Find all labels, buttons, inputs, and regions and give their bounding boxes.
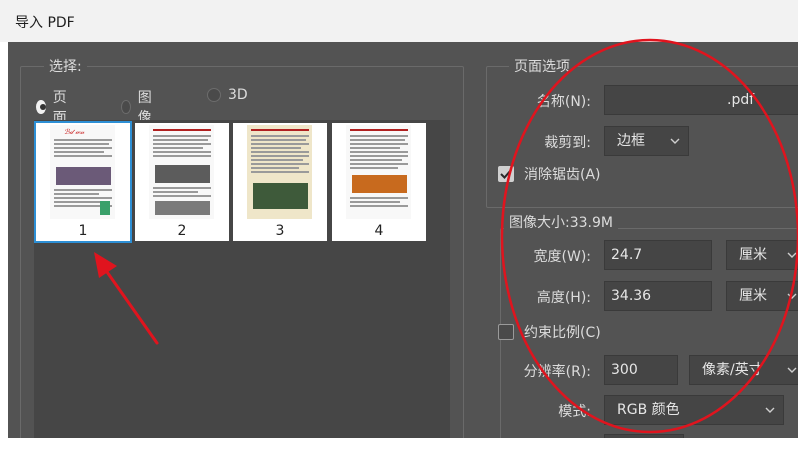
resolution-field[interactable]: 300 — [604, 355, 678, 385]
name-field[interactable]: .pdf — [604, 85, 798, 115]
page-thumbnail-1[interactable]: ℬ𝒹 𝓌𝓃 1 — [34, 121, 132, 243]
crop-select-value: 边框 — [617, 133, 645, 149]
height-field[interactable]: 34.36 — [604, 281, 712, 311]
crop-label: 裁剪到: — [544, 135, 591, 151]
antialias-label: 消除锯齿(A) — [524, 167, 601, 183]
page-preview: ℬ𝒹 𝓌𝓃 — [50, 125, 115, 219]
mode-select-value: RGB 颜色 — [617, 402, 680, 418]
radio-3d[interactable]: 3D — [207, 87, 248, 103]
resolution-label: 分辨率(R): — [523, 364, 591, 380]
crop-select[interactable]: 边框 — [604, 126, 689, 156]
checkmark-icon — [500, 169, 512, 179]
svg-text:ℬ𝒹 𝓌𝓃: ℬ𝒹 𝓌𝓃 — [64, 128, 85, 135]
thumbnail-number: 2 — [177, 223, 187, 239]
select-group-legend: 选择: — [44, 56, 87, 76]
height-field-value: 34.36 — [611, 288, 652, 304]
height-unit-select[interactable]: 厘米 — [726, 281, 798, 311]
page-photo — [155, 165, 210, 183]
page-preview — [346, 125, 411, 219]
import-pdf-dialog: 选择: 页面 图像 3D ℬ𝒹 𝓌𝓃 1 2 3 4 页面选项 名称(N): .… — [8, 42, 798, 438]
mode-select[interactable]: RGB 颜色 — [604, 395, 784, 425]
thumbnail-number: 3 — [275, 223, 285, 239]
chevron-down-icon — [765, 407, 775, 413]
page-photo — [56, 167, 111, 185]
chevron-down-icon — [787, 367, 797, 373]
name-label: 名称(N): — [536, 94, 591, 110]
antialias-checkbox[interactable] — [498, 166, 514, 182]
chevron-down-icon — [787, 293, 797, 299]
page-photo — [155, 201, 210, 215]
radio-3d-label: 3D — [228, 87, 248, 103]
radio-page-dot — [36, 100, 46, 114]
thumbnail-number: 4 — [374, 223, 384, 239]
image-size-legend: 图像大小:33.9M — [504, 212, 618, 232]
height-label: 高度(H): — [536, 290, 591, 306]
thumbnail-panel[interactable]: ℬ𝒹 𝓌𝓃 1 2 3 4 — [34, 120, 450, 438]
page-thumbnail-2[interactable]: 2 — [135, 123, 229, 241]
radio-3d-dot — [207, 88, 221, 102]
page-preview — [247, 125, 312, 219]
chevron-down-icon — [670, 138, 680, 144]
page-thumbnail-4[interactable]: 4 — [332, 123, 426, 241]
page-options-legend: 页面选项 — [509, 56, 575, 76]
width-label: 宽度(W): — [533, 249, 591, 265]
resolution-field-value: 300 — [611, 362, 638, 378]
width-unit-select[interactable]: 厘米 — [726, 240, 798, 270]
chevron-down-icon — [787, 252, 797, 258]
resolution-unit-select[interactable]: 像素/英寸 — [689, 355, 798, 385]
window-titlebar: 导入 PDF — [0, 0, 798, 42]
newspaper-masthead: ℬ𝒹 𝓌𝓃 — [64, 128, 85, 135]
page-preview — [149, 125, 214, 219]
constrain-label: 约束比例(C) — [524, 325, 601, 341]
thumbnail-number: 1 — [78, 223, 88, 239]
width-field-value: 24.7 — [611, 247, 643, 263]
page-photo — [352, 175, 407, 193]
page-photo — [253, 183, 308, 209]
resolution-unit-value: 像素/英寸 — [702, 362, 763, 378]
constrain-checkbox[interactable] — [498, 324, 514, 340]
mode-label: 模式: — [558, 404, 591, 420]
width-unit-value: 厘米 — [739, 247, 767, 263]
width-field[interactable]: 24.7 — [604, 240, 712, 270]
name-field-value: .pdf — [727, 92, 755, 108]
page-thumbnail-3[interactable]: 3 — [233, 123, 327, 241]
radio-image-dot — [121, 100, 131, 114]
height-unit-value: 厘米 — [739, 288, 767, 304]
window-title: 导入 PDF — [15, 15, 75, 31]
window-bottom-edge — [0, 438, 798, 452]
